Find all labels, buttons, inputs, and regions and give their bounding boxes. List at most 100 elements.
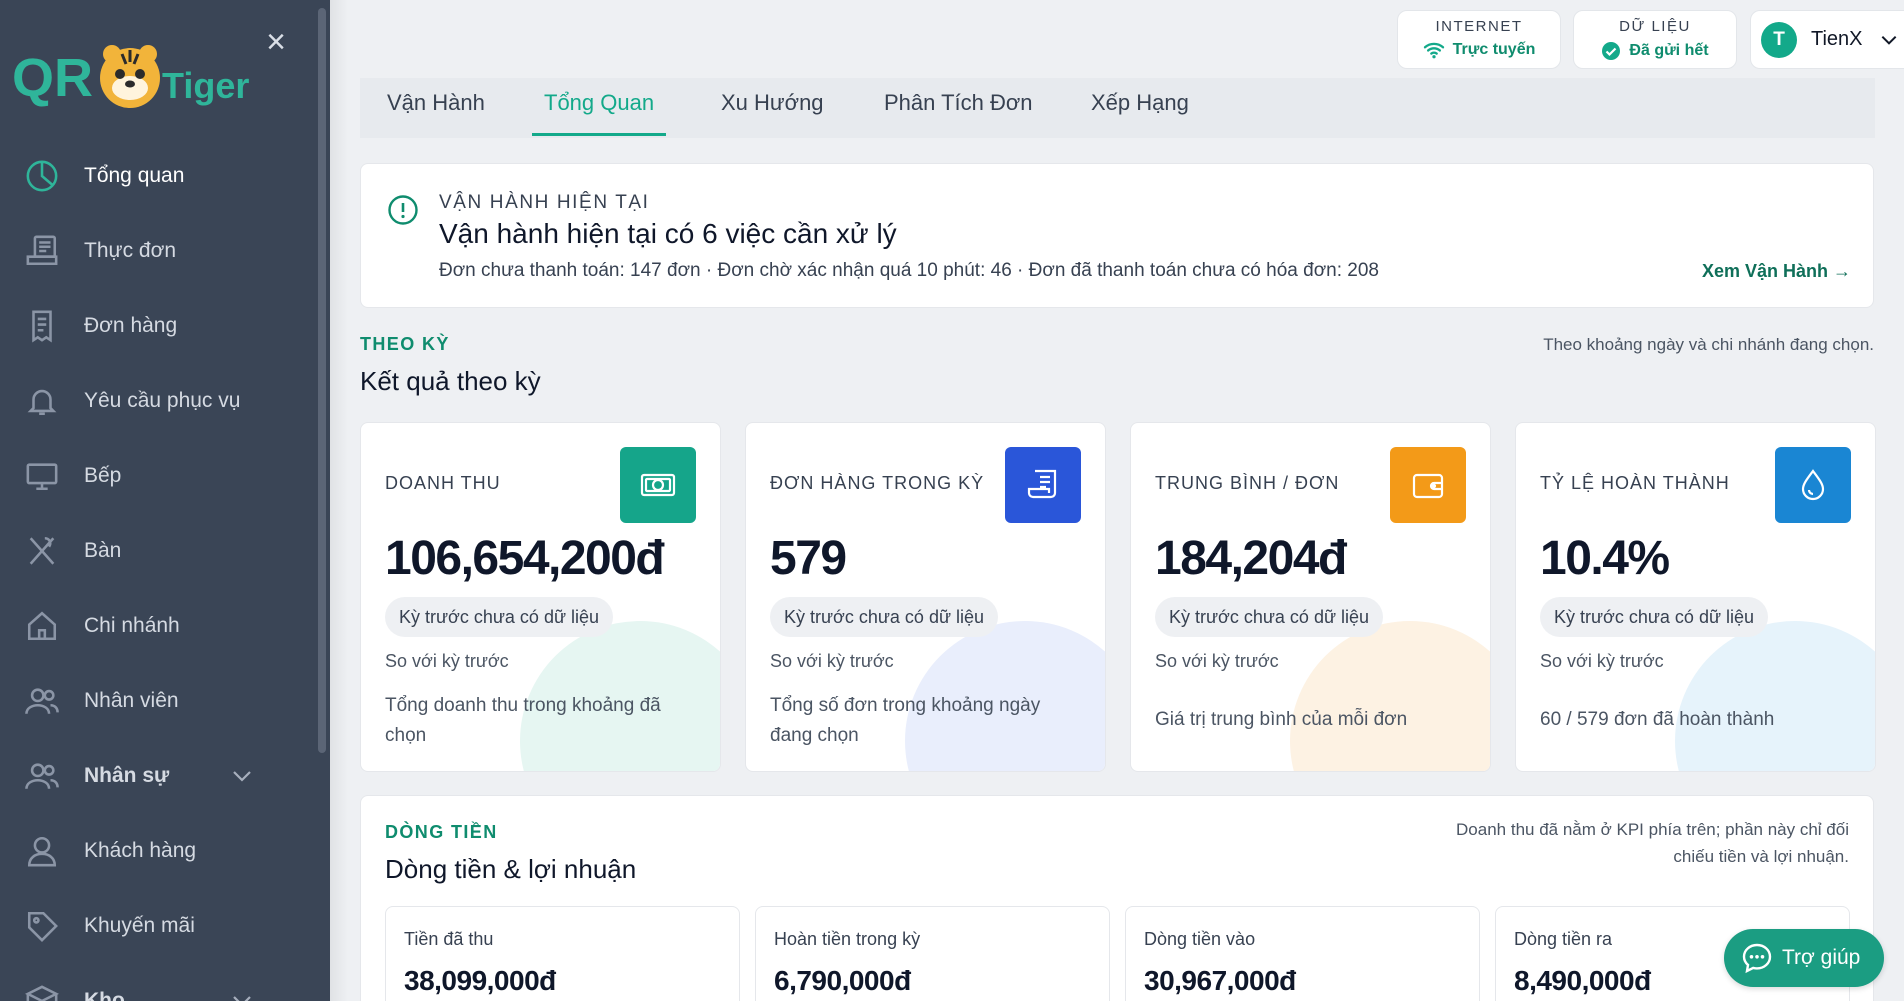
sidebar-item-label: Nhân sự xyxy=(84,763,170,787)
sidebar-item-branches[interactable]: Chi nhánh xyxy=(0,588,318,663)
kpi-label: ĐƠN HÀNG TRONG KỲ xyxy=(770,473,985,493)
kpi-badge: Kỳ trước chưa có dữ liệu xyxy=(770,597,999,637)
internet-status-value: Trực tuyến xyxy=(1452,41,1536,58)
cash-icon xyxy=(620,447,696,523)
users-icon xyxy=(24,758,60,794)
sidebar-item-inventory[interactable]: Kho xyxy=(0,963,318,1001)
svg-text:QR: QR xyxy=(12,48,93,108)
sidebar-item-tables[interactable]: Bàn xyxy=(0,513,318,588)
help-button[interactable]: Trợ giúp xyxy=(1724,929,1884,987)
sidebar-item-hr[interactable]: Nhân sự xyxy=(0,738,318,813)
tab-order-analysis[interactable]: Phân Tích Đơn xyxy=(884,90,1033,136)
cash-card-collected: Tiền đã thu 38,099,000đ xyxy=(385,906,740,1001)
cash-card-value: 38,099,000đ xyxy=(404,965,556,996)
view-operations-link[interactable]: Xem Vận Hành → xyxy=(1702,261,1851,282)
kpi-description: Giá trị trung bình của mỗi đơn xyxy=(1155,709,1408,730)
chevron-down-icon[interactable] xyxy=(230,989,254,1001)
receipt-icon xyxy=(1005,447,1081,523)
menu-board-icon xyxy=(24,233,60,269)
period-title: Kết quả theo kỳ xyxy=(360,366,541,396)
period-note: Theo khoảng ngày và chi nhánh đang chọn. xyxy=(1543,335,1874,354)
sidebar-item-label: Yêu cầu phục vụ xyxy=(84,388,241,412)
kpi-label: DOANH THU xyxy=(385,473,501,493)
sidebar-item-overview[interactable]: Tổng quan xyxy=(0,138,318,213)
cash-card-label: Dòng tiền ra xyxy=(1514,929,1613,949)
kpi-decoration xyxy=(1675,621,1875,771)
sidebar-nav: Tổng quan Thực đơn Đơn hàng Yêu cầu phục… xyxy=(0,138,318,1001)
box-icon xyxy=(24,983,60,1001)
sidebar-item-service-requests[interactable]: Yêu cầu phục vụ xyxy=(0,363,318,438)
alert-circle-icon xyxy=(388,195,418,225)
cashflow-note-line: Doanh thu đã nằm ở KPI phía trên; phần n… xyxy=(1456,820,1849,839)
sidebar-item-kitchen[interactable]: Bếp xyxy=(0,438,318,513)
sidebar-item-staff[interactable]: Nhân viên xyxy=(0,663,318,738)
kpi-card-average-order: TRUNG BÌNH / ĐƠN 184,204đ Kỳ trước chưa … xyxy=(1130,422,1491,772)
wifi-icon xyxy=(1423,42,1444,59)
cashflow-section: DÒNG TIỀN Dòng tiền & lợi nhuận Doanh th… xyxy=(360,795,1874,1001)
utensils-icon xyxy=(24,533,60,569)
kpi-badge: Kỳ trước chưa có dữ liệu xyxy=(1155,597,1384,637)
user-menu[interactable]: T TienX xyxy=(1750,10,1904,69)
kpi-badge: Kỳ trước chưa có dữ liệu xyxy=(385,597,614,637)
tag-icon xyxy=(24,908,60,944)
sidebar-item-label: Chi nhánh xyxy=(84,613,180,637)
tab-trends[interactable]: Xu Hướng xyxy=(721,90,824,136)
chevron-down-icon[interactable] xyxy=(230,764,254,788)
sidebar-item-label: Khuyến mãi xyxy=(84,913,195,937)
cashflow-note-line: chiếu tiền và lợi nhuận. xyxy=(1673,847,1849,866)
sidebar-item-customers[interactable]: Khách hàng xyxy=(0,813,318,888)
kpi-description: Tổng số đơn trong khoảng ngày đang chọn xyxy=(770,695,1041,746)
cash-card-value: 6,790,000đ xyxy=(774,965,911,996)
kpi-description: Tổng doanh thu trong khoảng đã chọn xyxy=(385,695,661,746)
chat-icon xyxy=(1742,943,1772,974)
home-icon xyxy=(24,608,60,644)
cash-card-label: Tiền đã thu xyxy=(404,929,494,949)
sidebar-item-label: Tổng quan xyxy=(84,163,185,187)
cashflow-eyebrow: DÒNG TIỀN xyxy=(385,822,498,842)
internet-status: INTERNET Trực tuyến xyxy=(1397,10,1561,69)
users-icon xyxy=(24,683,60,719)
top-bar: INTERNET Trực tuyến DỮ LIỆU Đã gửi hết T… xyxy=(330,0,1904,78)
cash-card-label: Dòng tiền vào xyxy=(1144,929,1256,949)
bell-icon xyxy=(24,383,60,419)
kpi-compare: So với kỳ trước xyxy=(385,651,509,671)
tab-overview[interactable]: Tổng Quan xyxy=(532,90,667,136)
kpi-value: 106,654,200đ xyxy=(385,532,665,585)
sidebar-shadow xyxy=(330,0,348,1001)
alert-title: Vận hành hiện tại có 6 việc cần xử lý xyxy=(439,218,897,249)
receipt-icon xyxy=(24,308,60,344)
qr-tiger-logo[interactable]: QR Tiger xyxy=(12,38,262,118)
sidebar-scrollbar[interactable] xyxy=(318,8,326,753)
kpi-description: 60 / 579 đơn đã hoàn thành xyxy=(1540,709,1775,730)
chevron-down-icon[interactable] xyxy=(1879,30,1899,50)
sidebar-item-menu[interactable]: Thực đơn xyxy=(0,213,318,288)
data-sync-status: DỮ LIỆU Đã gửi hết xyxy=(1573,10,1737,69)
sidebar-item-label: Khách hàng xyxy=(84,838,197,862)
period-eyebrow: THEO KỲ xyxy=(360,334,450,354)
cash-card-label: Hoàn tiền trong kỳ xyxy=(774,929,921,949)
tab-operations[interactable]: Vận Hành xyxy=(387,90,485,136)
sidebar-item-orders[interactable]: Đơn hàng xyxy=(0,288,318,363)
sidebar-item-promotions[interactable]: Khuyến mãi xyxy=(0,888,318,963)
kpi-value: 10.4% xyxy=(1540,532,1670,585)
kpi-card-completion-rate: TỶ LỆ HOÀN THÀNH 10.4% Kỳ trước chưa có … xyxy=(1515,422,1876,772)
svg-text:Tiger: Tiger xyxy=(162,65,249,106)
alert-eyebrow: VẬN HÀNH HIỆN TẠI xyxy=(439,192,650,213)
close-sidebar-button[interactable]: × xyxy=(262,25,290,59)
kpi-compare: So với kỳ trước xyxy=(1155,651,1279,671)
cash-card-value: 8,490,000đ xyxy=(1514,965,1651,996)
tab-ranking[interactable]: Xếp Hạng xyxy=(1091,90,1189,136)
cashflow-title: Dòng tiền & lợi nhuận xyxy=(385,854,637,884)
data-sync-status-value: Đã gửi hết xyxy=(1629,42,1709,59)
help-button-label: Trợ giúp xyxy=(1782,946,1861,969)
kpi-badge: Kỳ trước chưa có dữ liệu xyxy=(1540,597,1769,637)
sidebar: QR Tiger × Tổng quan Thực đơn Đơn hàng Y… xyxy=(0,0,330,1001)
user-icon xyxy=(24,833,60,869)
alert-description: Đơn chưa thanh toán: 147 đơn · Đơn chờ x… xyxy=(439,260,1379,281)
kpi-card-orders: ĐƠN HÀNG TRONG KỲ 579 Kỳ trước chưa có d… xyxy=(745,422,1106,772)
cashflow-note: Doanh thu đã nằm ở KPI phía trên; phần n… xyxy=(1456,816,1849,870)
operations-alert: VẬN HÀNH HIỆN TẠI Vận hành hiện tại có 6… xyxy=(360,163,1874,308)
kpi-compare: So với kỳ trước xyxy=(1540,651,1664,671)
sidebar-item-label: Đơn hàng xyxy=(84,313,178,337)
kpi-card-revenue: DOANH THU 106,654,200đ Kỳ trước chưa có … xyxy=(360,422,721,772)
